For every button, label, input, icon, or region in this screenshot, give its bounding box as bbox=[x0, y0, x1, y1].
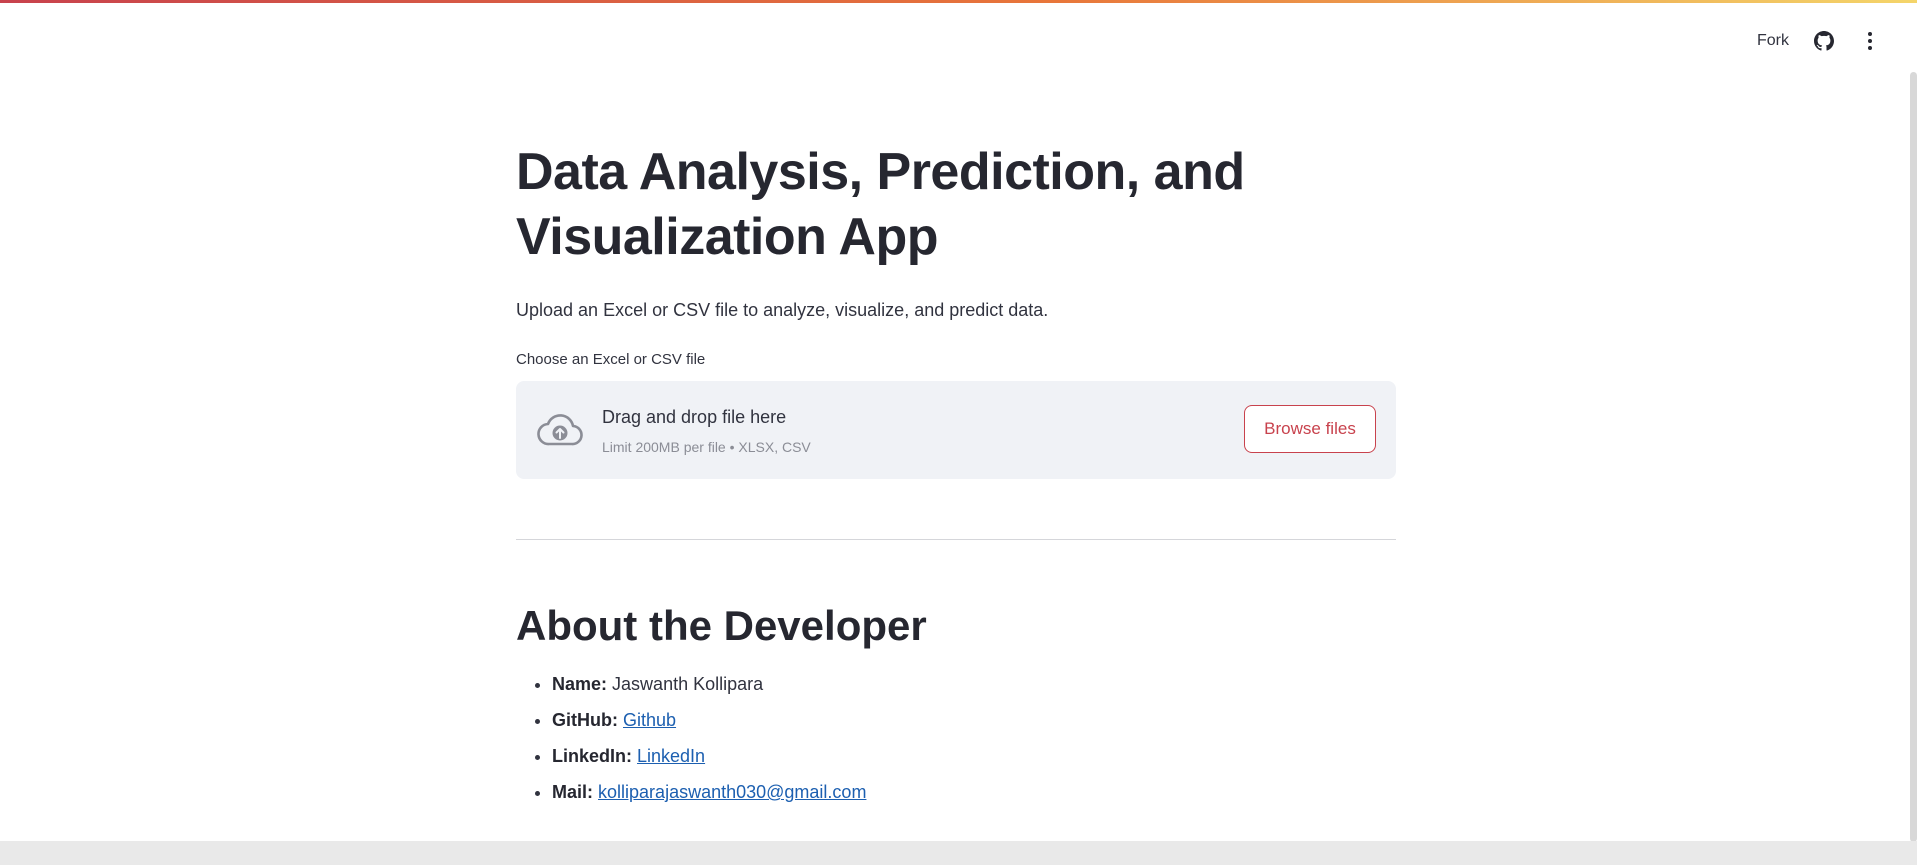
list-item-name: Name: Jaswanth Kollipara bbox=[552, 672, 1396, 696]
browse-files-button[interactable]: Browse files bbox=[1244, 405, 1376, 453]
section-divider bbox=[516, 539, 1396, 540]
app-root: Fork Data Analysis, Prediction, and Visu… bbox=[0, 0, 1917, 865]
dropzone-instructions: Drag and drop file here bbox=[602, 407, 787, 427]
list-item-linkedin: LinkedIn: LinkedIn bbox=[552, 744, 1396, 768]
header-toolbar: Fork bbox=[1757, 30, 1881, 52]
dropzone-limit: Limit 200MB per file • XLSX, CSV bbox=[602, 439, 811, 455]
list-item-github: GitHub: Github bbox=[552, 708, 1396, 732]
about-list: Name: Jaswanth Kollipara GitHub: Github … bbox=[516, 672, 1396, 804]
uploader-label: Choose an Excel or CSV file bbox=[516, 351, 706, 368]
name-label: Name: bbox=[552, 674, 608, 694]
github-link[interactable]: Github bbox=[623, 710, 676, 730]
github-icon[interactable] bbox=[1813, 30, 1835, 52]
mail-label: Mail: bbox=[552, 782, 594, 802]
more-vertical-icon[interactable] bbox=[1859, 30, 1881, 52]
cloud-upload-icon bbox=[537, 412, 583, 448]
linkedin-link[interactable]: LinkedIn bbox=[637, 746, 705, 766]
mail-link[interactable]: kolliparajaswanth030@gmail.com bbox=[598, 782, 866, 802]
linkedin-label: LinkedIn: bbox=[552, 746, 632, 766]
page-title: Data Analysis, Prediction, and Visualiza… bbox=[516, 143, 1245, 266]
bottom-bar bbox=[0, 841, 1917, 865]
github-label: GitHub: bbox=[552, 710, 618, 730]
name-value: Jaswanth Kollipara bbox=[612, 674, 764, 694]
file-dropzone[interactable]: Drag and drop file here Limit 200MB per … bbox=[516, 381, 1396, 479]
main-content: Data Analysis, Prediction, and Visualiza… bbox=[516, 140, 1396, 816]
list-item-mail: Mail: kolliparajaswanth030@gmail.com bbox=[552, 780, 1396, 804]
page-subtitle: Upload an Excel or CSV file to analyze, … bbox=[516, 300, 1049, 320]
about-heading: About the Developer bbox=[516, 602, 927, 649]
fork-button[interactable]: Fork bbox=[1757, 32, 1789, 50]
vertical-scrollbar[interactable] bbox=[1910, 72, 1917, 842]
